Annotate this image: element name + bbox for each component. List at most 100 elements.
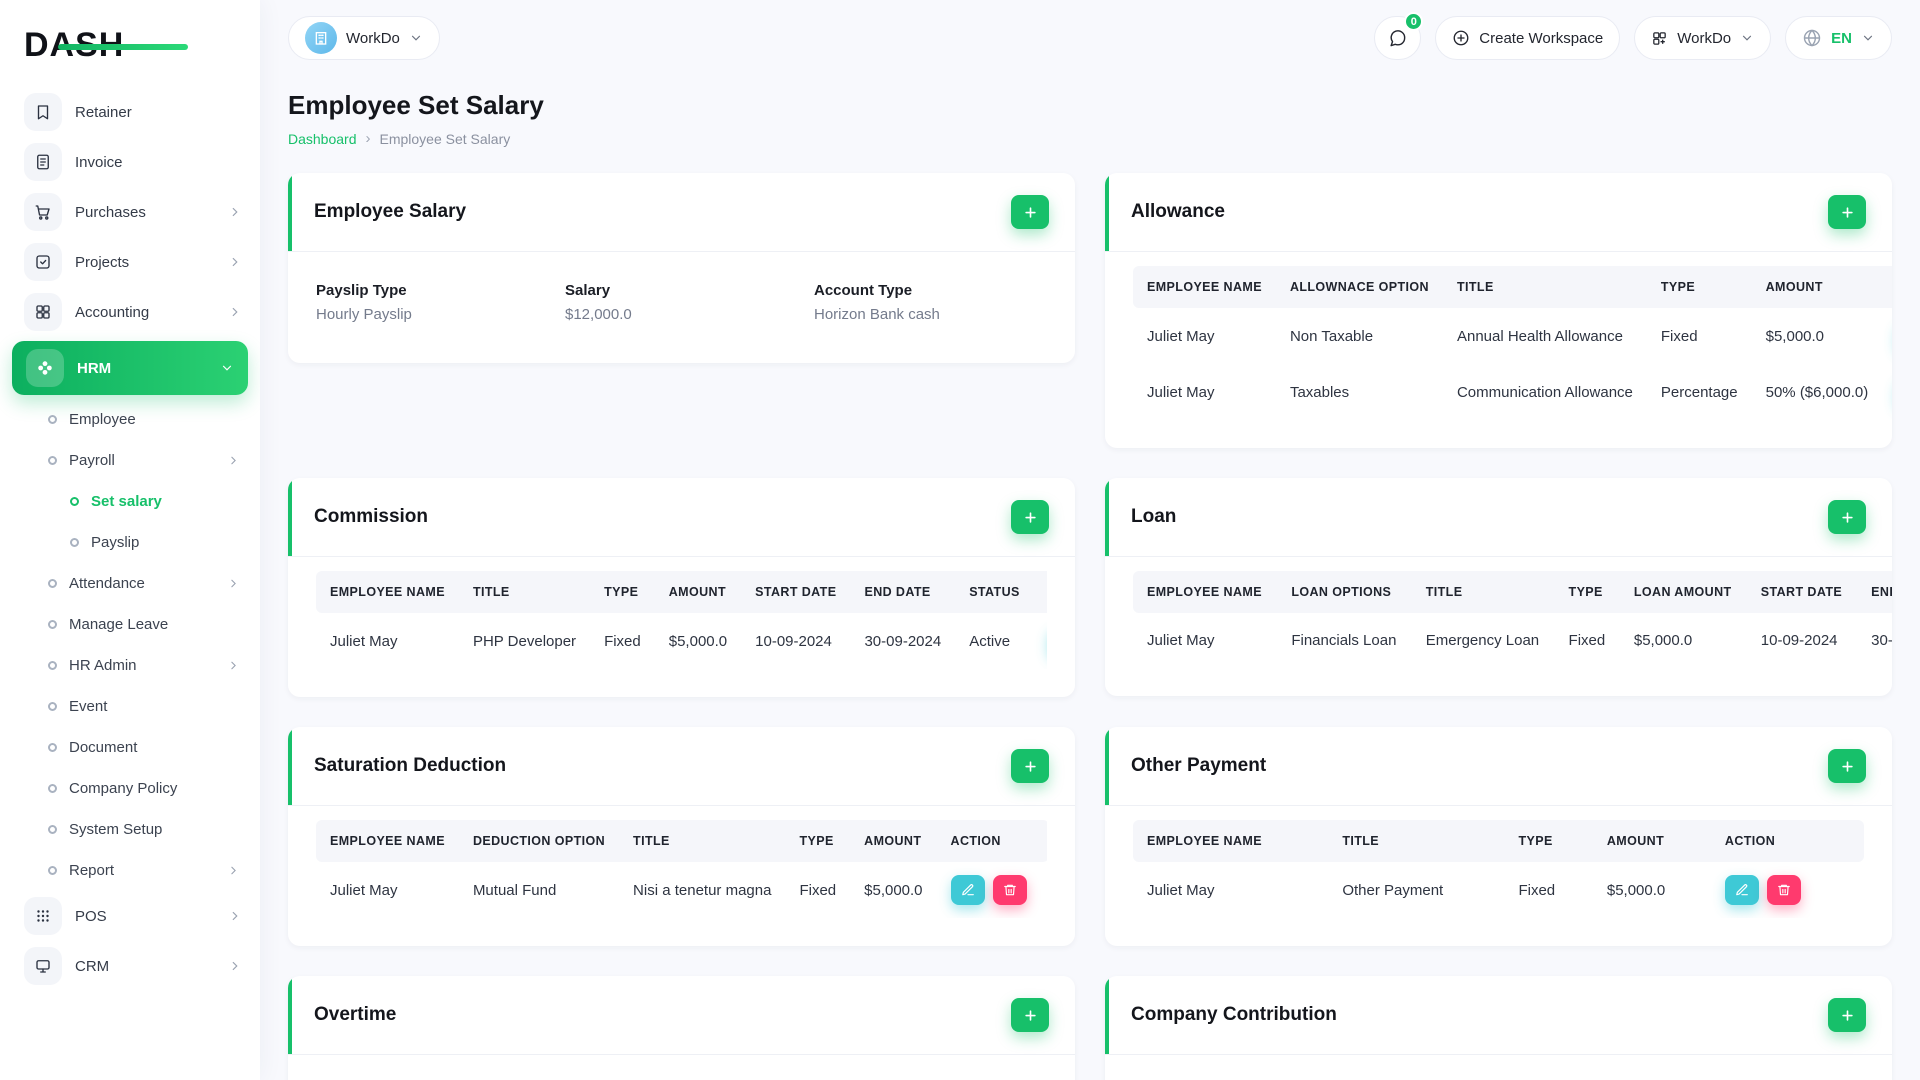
field-label: Payslip Type	[316, 282, 407, 299]
sidebar-nav: Retainer Invoice Purchases Projects Acco…	[0, 83, 260, 991]
chevron-right-icon	[227, 454, 240, 467]
sidebar-item-payslip[interactable]: Payslip	[0, 522, 260, 563]
card-saturation-deduction: Saturation Deduction Employee Name Deduct…	[288, 727, 1075, 946]
add-commission-button[interactable]	[1011, 500, 1049, 534]
table-cell: PHP Developer	[472, 632, 577, 650]
add-company-contribution-button[interactable]	[1828, 998, 1866, 1032]
sidebar-item-accounting[interactable]: Accounting	[0, 287, 260, 337]
column-header: Action	[1033, 571, 1047, 613]
add-overtime-button[interactable]	[1011, 998, 1049, 1032]
column-header: Status	[955, 571, 1034, 613]
sidebar-item-attendance[interactable]: Attendance	[0, 563, 260, 604]
sub-item-label: Company Policy	[69, 780, 178, 797]
chat-icon	[1390, 29, 1406, 46]
card-header: Loan	[1105, 478, 1892, 557]
add-allowance-button[interactable]	[1828, 195, 1866, 229]
column-header: Action	[1710, 820, 1864, 862]
sidebar-item-manage-leave[interactable]: Manage Leave	[0, 604, 260, 645]
chevron-down-icon	[1743, 35, 1752, 41]
messages-button[interactable]: 0	[1374, 12, 1424, 60]
delete-row-button[interactable]	[1766, 875, 1801, 905]
table-cell: Juliet May	[330, 632, 398, 650]
sidebar-item-pos[interactable]: POS	[0, 891, 260, 941]
edit-row-button[interactable]	[1724, 875, 1759, 905]
card-title: Other Payment	[1131, 755, 1267, 776]
create-workspace-button[interactable]: Create Workspace	[1435, 16, 1621, 60]
add-saturation-deduction-button[interactable]	[1011, 749, 1049, 783]
topbar-actions: 0 Create Workspace WorkDo EN	[1374, 12, 1892, 60]
data-table: Employee Name Deduction Option Title Type Am…	[316, 820, 1047, 918]
column-header: Title	[1411, 571, 1555, 613]
breadcrumb-dashboard-link[interactable]: Dashboard	[288, 131, 357, 147]
field-value: Hourly Payslip	[316, 306, 412, 323]
field-account-type: Account Type Horizon Bank cash	[814, 282, 1047, 323]
table-cell: $5,000.0	[864, 881, 923, 899]
edit-row-button[interactable]	[950, 875, 985, 905]
sidebar-item-purchases[interactable]: Purchases	[0, 187, 260, 237]
bullet-icon	[48, 661, 57, 670]
plus-icon	[1841, 1009, 1853, 1021]
table-cell: Mutual Fund	[472, 881, 557, 899]
column-header: End Date	[1857, 571, 1892, 613]
crm-icon	[24, 947, 62, 985]
sidebar-item-set-salary[interactable]: Set salary	[0, 481, 260, 522]
data-table: Employee Name Allownace Option Title Type Am…	[1133, 266, 1892, 420]
sidebar-item-hr-admin[interactable]: HR Admin	[0, 645, 260, 686]
delete-row-button[interactable]	[992, 875, 1027, 905]
other-payment-table: Employee Name Title Type Amount Action Juliet…	[1133, 820, 1864, 918]
plus-icon	[1024, 1009, 1036, 1021]
column-header: Title	[458, 571, 591, 613]
sidebar-item-company-policy[interactable]: Company Policy	[0, 768, 260, 809]
table-cell: Fixed	[1518, 881, 1556, 899]
logo[interactable]: DASH	[0, 0, 260, 83]
chevron-right-icon	[227, 577, 240, 590]
workspace-dropdown-label: WorkDo	[1677, 29, 1732, 47]
add-employee-salary-button[interactable]	[1011, 195, 1049, 229]
data-table: Employee Name Title Type Amount Action Juliet…	[1133, 820, 1864, 918]
sidebar-item-crm[interactable]: CRM	[0, 941, 260, 991]
plus-icon	[1841, 760, 1853, 772]
sub-item-label: Set salary	[91, 493, 162, 510]
column-header: Type	[785, 820, 851, 862]
bullet-icon	[48, 579, 57, 588]
workspace-selector[interactable]: WorkDo	[288, 16, 440, 60]
column-header: Amount	[1592, 820, 1711, 862]
sidebar-item-projects[interactable]: Projects	[0, 237, 260, 287]
field-payslip-type: Payslip Type Hourly Payslip	[316, 282, 549, 323]
sidebar-item-payroll[interactable]: Payroll	[0, 440, 260, 481]
add-loan-button[interactable]	[1828, 500, 1866, 534]
table-cell: 10-09-2024	[755, 632, 832, 650]
sidebar-item-hrm[interactable]: HRM	[12, 341, 248, 395]
workspace-icon	[305, 22, 337, 54]
row-actions	[1711, 862, 1864, 918]
card-allowance: Allowance Employee Name Allownace Option T…	[1105, 173, 1892, 448]
language-selector[interactable]: EN	[1785, 16, 1892, 60]
retainer-icon	[24, 93, 62, 131]
sub-item-label: Payslip	[91, 534, 140, 551]
card-body: Payslip Type Hourly Payslip Salary $12,0…	[288, 252, 1075, 363]
bullet-icon	[48, 784, 57, 793]
table-row: Juliet May Taxables Communication Allowanc…	[1133, 364, 1892, 420]
column-header: Employee Name	[1133, 820, 1329, 862]
card-overtime: Overtime	[288, 976, 1075, 1080]
sidebar-item-invoice[interactable]: Invoice	[0, 137, 260, 187]
sidebar-item-retainer[interactable]: Retainer	[0, 87, 260, 137]
sidebar-item-event[interactable]: Event	[0, 686, 260, 727]
workspace-dropdown[interactable]: WorkDo	[1634, 16, 1772, 60]
plus-icon	[1841, 511, 1853, 523]
sidebar-item-report[interactable]: Report	[0, 850, 260, 891]
card-header: Saturation Deduction	[288, 727, 1075, 806]
add-other-payment-button[interactable]	[1828, 749, 1866, 783]
table-row: Juliet May Other Payment Fixed $5,000.0	[1133, 862, 1864, 918]
table-cell: Juliet May	[1147, 383, 1215, 401]
sidebar-item-employee[interactable]: Employee	[0, 399, 260, 440]
card-title: Commission	[314, 506, 429, 527]
table-cell: Fixed	[799, 881, 837, 899]
column-header: Employee Name	[1133, 571, 1278, 613]
row-actions	[937, 862, 1047, 918]
sidebar-item-system-setup[interactable]: System Setup	[0, 809, 260, 850]
table-cell: Fixed	[1568, 632, 1606, 649]
card-body: Employee Name Title Type Amount Start Date En…	[288, 557, 1075, 697]
sidebar-item-document[interactable]: Document	[0, 727, 260, 768]
globe-icon	[1803, 29, 1821, 47]
